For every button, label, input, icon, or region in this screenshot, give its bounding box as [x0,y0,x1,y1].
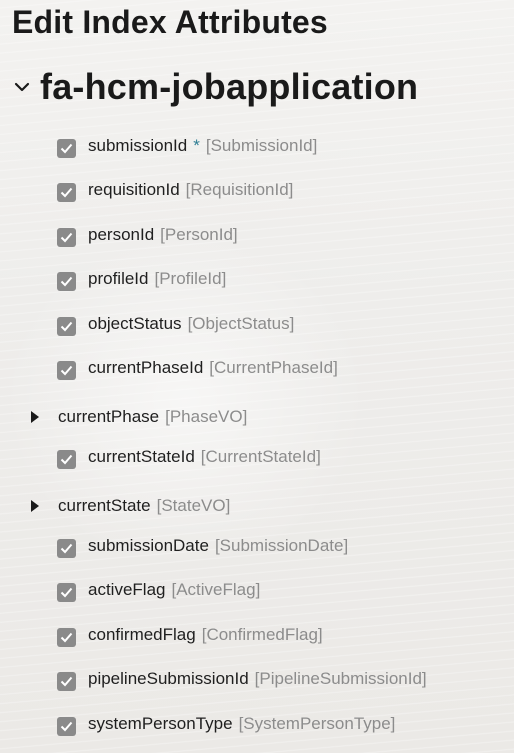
attribute-row-submissionDate[interactable]: submissionDate [SubmissionDate] [57,532,348,560]
attribute-name: currentStateId [88,447,195,466]
attribute-name: activeFlag [88,580,166,599]
checkbox-checked[interactable] [57,316,76,336]
attribute-row-personId[interactable]: personId [PersonId] [57,221,238,249]
attribute-name: personId [88,225,155,244]
checkbox-checked[interactable] [57,182,76,202]
required-marker: * [193,136,200,155]
attribute-name: systemPersonType [88,714,233,733]
attribute-name: confirmedFlag [88,625,196,644]
caret-right-icon[interactable] [30,499,40,513]
attribute-row-confirmedFlag[interactable]: confirmedFlag [ConfirmedFlag] [57,621,323,649]
node-name: currentState [58,496,151,515]
attribute-type: [PipelineSubmissionId] [254,669,427,688]
caret-right-icon[interactable] [30,410,40,424]
checkbox-checked[interactable] [57,449,76,469]
node-name: currentPhase [58,407,160,426]
attribute-name: objectStatus [88,314,182,333]
chevron-down-icon[interactable] [12,77,32,97]
attribute-row-requisitionId[interactable]: requisitionId [RequisitionId] [57,176,293,204]
attribute-type: [CurrentPhaseId] [209,358,338,377]
attribute-type: [RequisitionId] [185,180,294,199]
attribute-type: [CurrentStateId] [200,447,321,466]
attribute-type: [ActiveFlag] [171,580,261,599]
group-header-fa-hcm-jobapplication[interactable]: fa-hcm-jobapplication [12,66,418,108]
attribute-row-pipelineSubmissionId[interactable]: pipelineSubmissionId [PipelineSubmission… [57,665,427,693]
tree-node-currentState[interactable]: currentState [StateVO] [30,492,230,520]
attribute-type: [PersonId] [160,225,238,244]
attribute-row-profileId[interactable]: profileId [ProfileId] [57,265,226,293]
checkbox-checked[interactable] [57,627,76,647]
checkbox-checked[interactable] [57,271,76,291]
attribute-type: [SystemPersonType] [238,714,396,733]
attribute-name: requisitionId [88,180,180,199]
attribute-name: pipelineSubmissionId [88,669,249,688]
attribute-name: submissionDate [88,536,209,555]
checkbox-checked[interactable] [57,582,76,602]
checkbox-checked[interactable] [57,716,76,736]
attribute-type: [SubmissionId] [205,136,318,155]
attribute-row-activeFlag[interactable]: activeFlag [ActiveFlag] [57,576,260,604]
node-type: [PhaseVO] [165,407,248,426]
attribute-row-submissionId[interactable]: submissionId * [SubmissionId] [57,132,317,160]
attribute-type: [ConfirmedFlag] [201,625,323,644]
checkbox-checked[interactable] [57,227,76,247]
group-title: fa-hcm-jobapplication [40,66,419,107]
attribute-name: currentPhaseId [88,358,204,377]
checkbox-checked[interactable] [57,671,76,691]
tree-node-currentPhase[interactable]: currentPhase [PhaseVO] [30,403,247,431]
attribute-type: [ObjectStatus] [187,314,295,333]
attribute-name: submissionId [88,136,188,155]
attribute-type: [ProfileId] [154,269,227,288]
checkbox-checked[interactable] [57,138,76,158]
attribute-row-objectStatus[interactable]: objectStatus [ObjectStatus] [57,310,294,338]
node-type: [StateVO] [156,496,231,515]
attribute-row-systemPersonType[interactable]: systemPersonType [SystemPersonType] [57,710,395,738]
checkbox-checked[interactable] [57,538,76,558]
attribute-name: profileId [88,269,149,288]
attribute-row-currentPhaseId[interactable]: currentPhaseId [CurrentPhaseId] [57,354,338,382]
attribute-type: [SubmissionDate] [214,536,349,555]
checkbox-checked[interactable] [57,360,76,380]
page-title: Edit Index Attributes [12,4,328,40]
edit-index-attributes-panel: Edit Index Attributes fa-hcm-jobapplicat… [0,0,514,753]
attribute-row-currentStateId[interactable]: currentStateId [CurrentStateId] [57,443,321,471]
